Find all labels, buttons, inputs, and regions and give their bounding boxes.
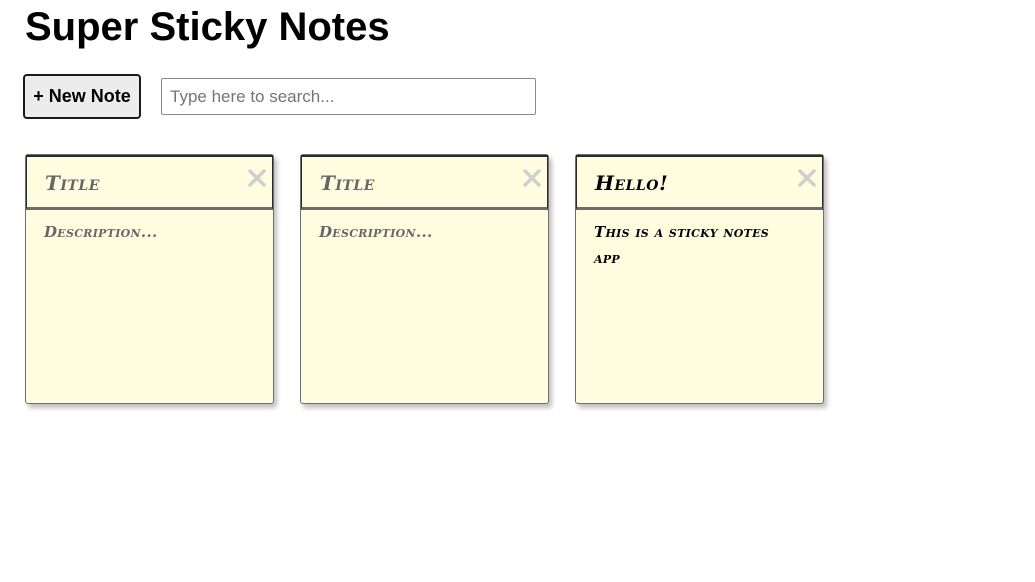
note-header: Hello! (576, 155, 823, 210)
sticky-note: Title Description... (300, 154, 549, 404)
note-header: Title (301, 155, 548, 210)
close-icon[interactable] (796, 167, 818, 189)
close-icon[interactable] (521, 167, 543, 189)
note-title-input[interactable]: Title (45, 171, 100, 195)
app-title: Super Sticky Notes (25, 5, 390, 49)
note-title-input[interactable]: Title (320, 171, 375, 195)
note-header: Title (26, 155, 273, 210)
sticky-note: Title Description... (25, 154, 274, 404)
note-description-input[interactable]: This is a sticky notes app (594, 219, 794, 271)
note-description-input[interactable]: Description... (44, 219, 244, 245)
search-input[interactable] (161, 78, 536, 115)
sticky-note: Hello! This is a sticky notes app (575, 154, 824, 404)
new-note-button[interactable]: + New Note (23, 74, 141, 119)
note-description-input[interactable]: Description... (319, 219, 519, 245)
close-icon[interactable] (246, 167, 268, 189)
note-title-input[interactable]: Hello! (595, 171, 668, 195)
